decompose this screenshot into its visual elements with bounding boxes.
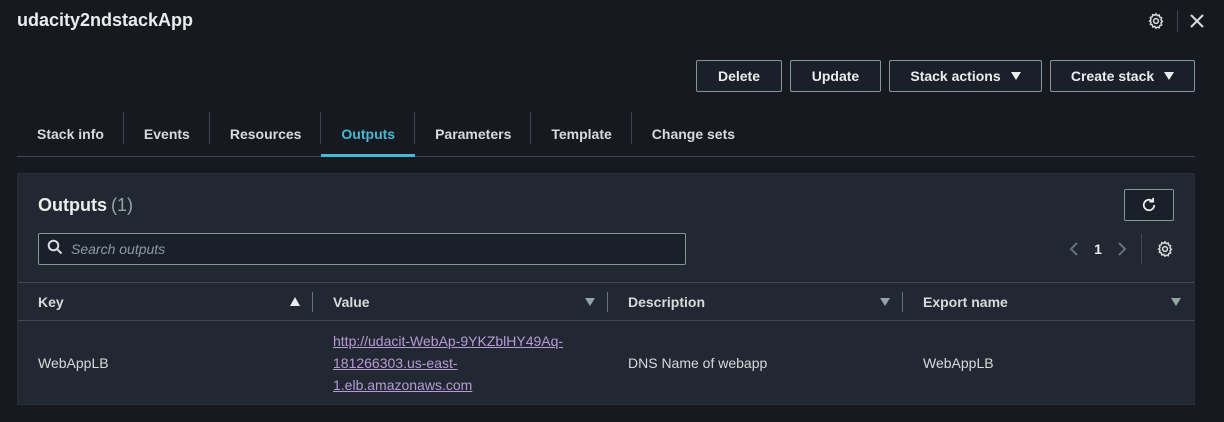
outputs-panel: Outputs(1) 1	[17, 173, 1195, 405]
stack-title: udacity2ndstackApp	[17, 10, 194, 30]
tab-stack-info[interactable]: Stack info	[17, 112, 124, 156]
column-label: Export name	[923, 293, 1008, 310]
outputs-count: (1)	[111, 195, 133, 215]
tab-label: Outputs	[341, 126, 396, 142]
tab-resources[interactable]: Resources	[210, 112, 322, 156]
caret-down-icon	[1164, 72, 1175, 80]
outputs-panel-title: Outputs (1)	[38, 195, 133, 216]
table-header: Key Value Description Export name	[18, 282, 1194, 321]
stack-detail-page: udacity2ndstackApp Delete Update Stack a…	[0, 0, 1224, 422]
tab-label: Events	[143, 126, 190, 142]
pagination-divider	[1141, 234, 1142, 264]
pagination: 1	[1063, 234, 1176, 264]
tab-events[interactable]: Events	[124, 112, 210, 156]
column-label: Key	[38, 293, 64, 310]
tab-label: Parameters	[435, 126, 512, 142]
tab-template[interactable]: Template	[531, 112, 633, 156]
chevron-right-icon[interactable]	[1111, 234, 1133, 264]
update-button-label: Update	[811, 68, 860, 84]
header-icons	[1144, 9, 1207, 33]
tab-label: Change sets	[651, 126, 736, 142]
column-header-description[interactable]: Description	[608, 283, 903, 320]
chevron-left-icon[interactable]	[1063, 234, 1085, 264]
tab-parameters[interactable]: Parameters	[415, 112, 532, 156]
gear-icon[interactable]	[1144, 9, 1168, 33]
link-line: 181266303.us-east-	[333, 355, 458, 371]
search-icon	[47, 239, 63, 260]
create-stack-button[interactable]: Create stack	[1050, 60, 1195, 92]
tab-change-sets[interactable]: Change sets	[632, 112, 755, 156]
link-line: http://udacit-WebAp-9YKZblHY49Aq-	[333, 333, 564, 349]
delete-button-label: Delete	[717, 68, 761, 84]
caret-down-icon	[1010, 72, 1021, 80]
column-header-value[interactable]: Value	[313, 283, 608, 320]
tab-label: Stack info	[37, 126, 104, 142]
tab-label: Template	[551, 126, 612, 142]
column-header-export-name[interactable]: Export name	[903, 283, 1194, 320]
stack-actions-label: Stack actions	[910, 68, 1001, 84]
outputs-title-text: Outputs	[38, 195, 107, 215]
gear-icon[interactable]	[1154, 238, 1176, 260]
sort-icon	[880, 298, 890, 306]
sort-icon	[585, 298, 595, 306]
tab-outputs[interactable]: Outputs	[321, 112, 416, 157]
stack-tabs: Stack info Events Resources Outputs Para…	[17, 112, 1195, 157]
tab-label: Resources	[229, 126, 302, 142]
active-tab-indicator	[321, 154, 416, 157]
sort-icon	[1171, 298, 1181, 306]
sort-ascending-icon	[290, 297, 300, 306]
update-button[interactable]: Update	[790, 60, 881, 92]
link-line: 1.elb.amazonaws.com	[333, 377, 473, 393]
search-outputs-field[interactable]	[38, 233, 686, 265]
table-row: WebAppLB http://udacit-WebAp-9YKZblHY49A…	[18, 321, 1194, 405]
search-outputs-input[interactable]	[63, 235, 685, 263]
create-stack-label: Create stack	[1070, 68, 1155, 84]
refresh-button[interactable]	[1124, 189, 1174, 221]
stack-actions-button[interactable]: Stack actions	[889, 60, 1042, 92]
output-export-name: WebAppLB	[923, 355, 994, 371]
refresh-icon	[1142, 197, 1156, 212]
delete-button[interactable]: Delete	[696, 60, 782, 92]
column-label: Description	[628, 293, 706, 310]
column-label: Value	[333, 293, 370, 310]
header-divider	[1177, 10, 1178, 32]
output-value: http://udacit-WebAp-9YKZblHY49Aq- 181266…	[313, 330, 608, 396]
output-key: WebAppLB	[38, 355, 109, 371]
stack-action-buttons: Delete Update Stack actions Create stack	[696, 60, 1195, 92]
current-page-number[interactable]: 1	[1085, 241, 1111, 257]
column-header-key[interactable]: Key	[18, 283, 313, 320]
close-icon[interactable]	[1187, 9, 1207, 33]
output-description: DNS Name of webapp	[628, 355, 768, 371]
output-value-link[interactable]: http://udacit-WebAp-9YKZblHY49Aq- 181266…	[333, 330, 593, 396]
